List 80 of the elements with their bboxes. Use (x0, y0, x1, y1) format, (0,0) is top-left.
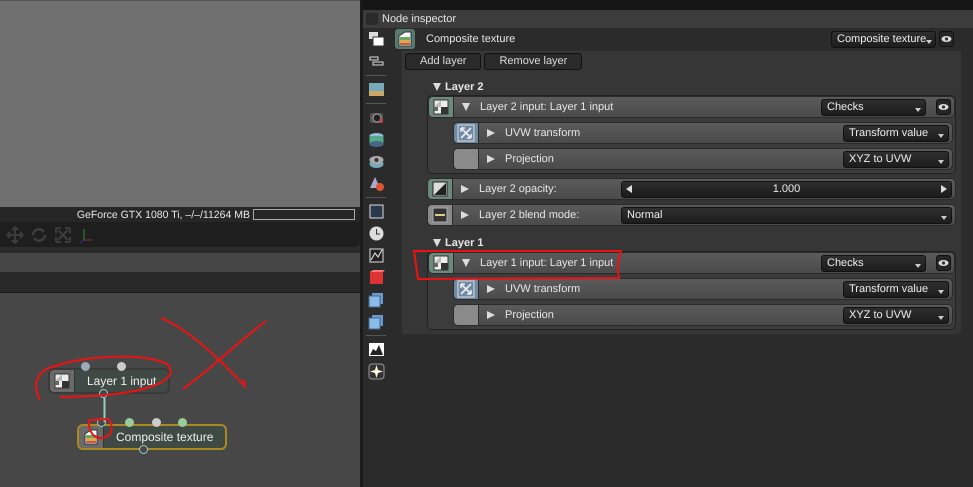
transform-icon (457, 280, 475, 298)
caret-icon (938, 134, 944, 138)
parameter-label: Projection (505, 153, 555, 165)
connection-line (103, 398, 106, 422)
parameter-label: Layer 2 input: Layer 1 input (480, 101, 614, 113)
disc-stack-icon[interactable] (368, 153, 384, 170)
windows-icon[interactable] (368, 31, 384, 48)
transform-icon (457, 124, 475, 142)
circle-annotation (88, 418, 113, 440)
parameter-label: Layer 2 blend mode: (479, 209, 580, 221)
gpu-status-text: GeForce GTX 1080 Ti, –/–/11264 MB (76, 208, 250, 220)
input-port[interactable] (152, 418, 161, 427)
parameter-dropdown[interactable]: Transform value (843, 280, 949, 298)
graph-node[interactable]: Composite texture (77, 424, 228, 450)
decrease-arrow-icon[interactable] (626, 185, 632, 193)
input-port[interactable] (81, 362, 90, 371)
remove-layer-button[interactable]: Remove layer (484, 53, 582, 70)
visibility-button[interactable] (936, 99, 951, 115)
expand-arrow-icon[interactable] (487, 129, 495, 137)
parameter-label: Layer 2 opacity: (479, 183, 558, 195)
parameter-dropdown[interactable]: XYZ to UVW (843, 306, 949, 324)
expand-arrow-icon[interactable] (461, 211, 469, 219)
parameter-label: Projection (505, 309, 555, 321)
chart-icon[interactable] (368, 247, 384, 264)
texture-type-dropdown[interactable]: Checks (821, 98, 926, 116)
increase-arrow-icon[interactable] (941, 185, 947, 193)
layer-heading: Layer 2 (445, 81, 484, 93)
visibility-button[interactable] (936, 255, 951, 271)
cube-icon[interactable] (368, 269, 384, 286)
eye-icon (938, 259, 949, 267)
checker-icon (432, 254, 450, 272)
expand-arrow-icon[interactable] (487, 155, 495, 163)
input-port[interactable] (117, 362, 126, 371)
frame-icon[interactable] (368, 203, 384, 220)
collapse-arrow-icon[interactable] (462, 259, 470, 267)
expand-arrow-icon[interactable] (487, 285, 495, 293)
parameter-label: UVW transform (505, 127, 582, 139)
starburst-icon[interactable] (368, 363, 384, 380)
caret-icon (915, 108, 921, 112)
cube-stack-icon[interactable] (368, 313, 384, 330)
value-slider[interactable]: 1.000 (621, 180, 952, 198)
expand-arrow-icon[interactable] (461, 185, 469, 193)
input-port[interactable] (125, 418, 134, 427)
expand-arrow-icon[interactable] (487, 311, 495, 319)
checker-icon (53, 372, 71, 390)
texture-type-dropdown[interactable]: Checks (821, 254, 926, 272)
visibility-button[interactable] (939, 30, 954, 46)
image-icon[interactable] (368, 81, 384, 98)
gradient-icon (431, 180, 449, 198)
caret-icon (938, 290, 944, 294)
clock-icon[interactable] (368, 225, 384, 242)
caret-icon (938, 160, 944, 164)
caret-icon (915, 264, 921, 268)
input-port[interactable] (178, 418, 187, 427)
output-port[interactable] (139, 445, 148, 454)
graph-node[interactable]: Layer 1 input (48, 368, 170, 394)
cube-stack-icon[interactable] (368, 291, 384, 308)
parameter-dropdown[interactable]: XYZ to UVW (843, 150, 949, 168)
checker-icon (432, 98, 450, 116)
caret-icon (926, 40, 932, 44)
node-type-dropdown[interactable]: Composite texture (831, 30, 936, 48)
eye-icon (938, 103, 949, 111)
parameter-label: Layer 1 input: Layer 1 input (480, 257, 614, 269)
blend-icon (431, 206, 449, 224)
panel-title: Node inspector (382, 13, 456, 25)
caret-icon (941, 216, 947, 220)
layer-heading: Layer 1 (445, 237, 484, 249)
shapes-icon[interactable] (368, 175, 384, 192)
collapse-arrow-icon[interactable] (462, 103, 470, 111)
layers-icon (396, 30, 414, 48)
blend-mode-dropdown[interactable]: Normal (621, 206, 952, 224)
slider-value: 1.000 (772, 183, 800, 195)
add-layer-button[interactable]: Add layer (405, 53, 482, 70)
caret-icon (938, 316, 944, 320)
eye-icon (941, 34, 952, 42)
parameter-label: UVW transform (505, 283, 582, 295)
cylinder-icon[interactable] (368, 131, 384, 148)
histogram-icon[interactable] (368, 341, 384, 358)
parameter-dropdown[interactable]: Transform value (843, 124, 949, 142)
node-title: Composite texture (426, 33, 516, 45)
